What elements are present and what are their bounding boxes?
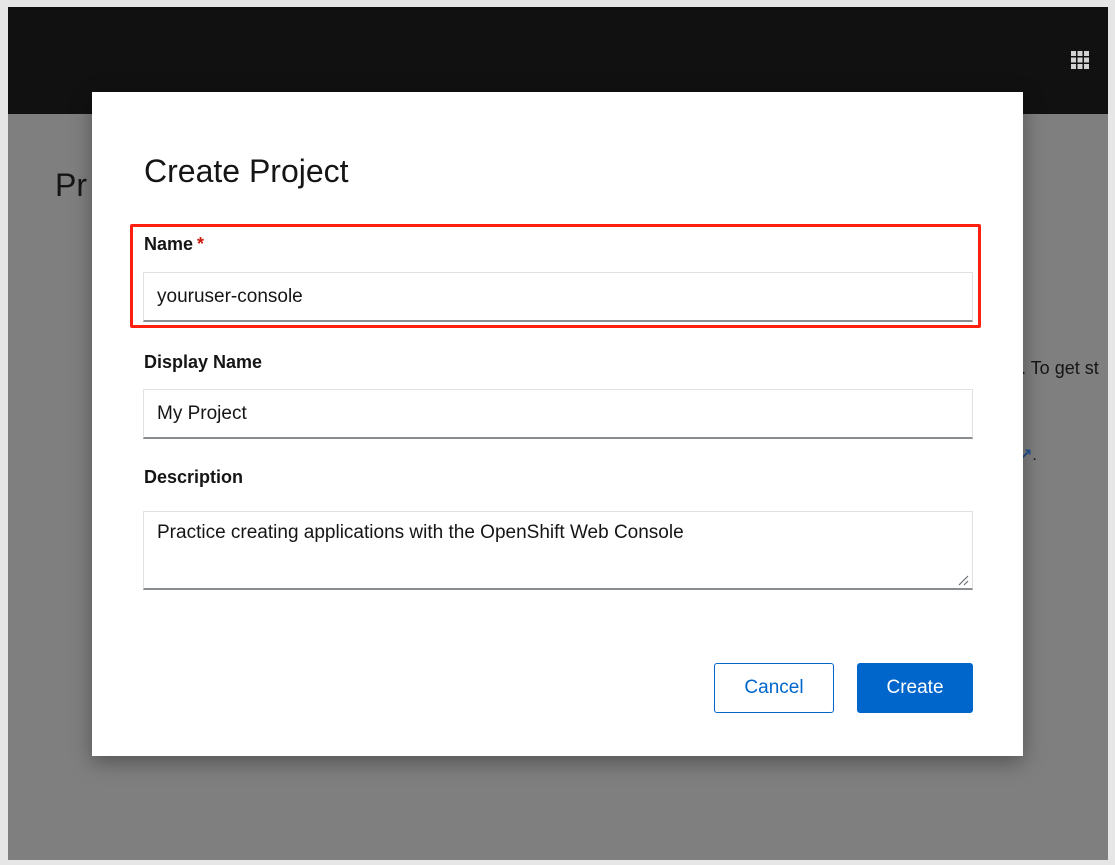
name-label-text: Name [144, 234, 194, 254]
modal-title: Create Project [144, 153, 349, 189]
create-project-modal: Create Project Name* Display Name Descri… [92, 92, 1023, 756]
create-button[interactable]: Create [857, 663, 973, 713]
screen: Pr . To get st ↗. Create Project Name* D… [8, 7, 1108, 860]
display-name-input[interactable] [143, 389, 973, 439]
background-intro-text: . To get st [1021, 358, 1099, 378]
background-link-text: . [1032, 447, 1037, 464]
description-label: Description [144, 467, 244, 487]
display-name-label: Display Name [144, 352, 263, 372]
cancel-button[interactable]: Cancel [714, 663, 834, 713]
description-textarea[interactable]: Practice creating applications with the … [143, 511, 973, 590]
resize-handle-icon[interactable] [957, 574, 969, 586]
required-marker: * [197, 234, 205, 254]
name-label: Name * [144, 234, 204, 255]
background-page-title: Pr [55, 167, 87, 203]
grid-icon[interactable] [1071, 51, 1089, 69]
name-input[interactable] [143, 272, 973, 322]
